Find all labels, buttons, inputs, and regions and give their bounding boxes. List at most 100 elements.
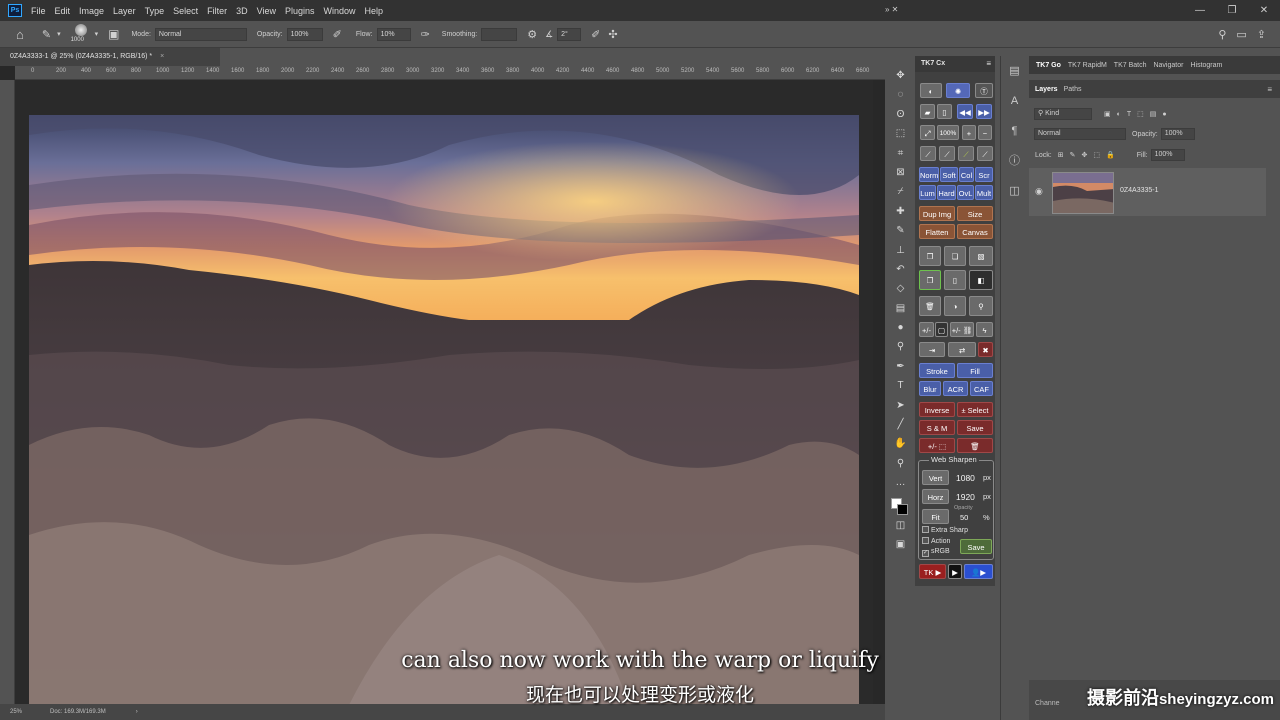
new-layer-icon[interactable]: ❐ xyxy=(919,246,941,266)
vert-value[interactable]: 1080 xyxy=(956,473,975,483)
caf-button[interactable]: CAF xyxy=(970,381,993,396)
layer-row[interactable]: ◉ 0Z4A3335-1 xyxy=(1029,168,1266,216)
smart-object-filter-icon[interactable]: ▤ xyxy=(1150,110,1157,118)
type-filter-icon[interactable]: T xyxy=(1127,111,1131,118)
brush-preset-chevron-icon[interactable]: ▾ xyxy=(95,30,99,38)
horz-value[interactable]: 1920 xyxy=(956,492,975,502)
menu-layer[interactable]: Layer xyxy=(113,6,136,16)
user-play-icon[interactable]: 👤▶ xyxy=(964,564,993,579)
tab-navigator[interactable]: Navigator xyxy=(1153,62,1183,69)
panel-menu-icon[interactable]: ≡ xyxy=(986,59,991,68)
brush-tool-icon[interactable]: ✎ xyxy=(888,221,913,240)
close-button[interactable]: ✕ xyxy=(1248,5,1280,16)
action-checkbox[interactable]: Action xyxy=(922,537,950,545)
stroke-button[interactable]: Stroke xyxy=(919,363,955,378)
eyedropper-tool-icon[interactable]: ⌿ xyxy=(888,182,913,201)
share-icon[interactable]: ⇪ xyxy=(1257,28,1266,41)
play-icon[interactable]: ▶ xyxy=(948,564,962,579)
pressure-opacity-icon[interactable]: ✐ xyxy=(333,28,342,41)
eraser-tool-icon[interactable]: ◇ xyxy=(888,279,913,298)
status-chevron-icon[interactable]: › xyxy=(136,709,138,715)
search-icon[interactable]: ⚲ xyxy=(1218,28,1226,41)
menu-edit[interactable]: Edit xyxy=(55,6,71,16)
dup-img-button[interactable]: Dup Img xyxy=(919,206,955,221)
tk7-panel-icon[interactable]: ▤ xyxy=(1001,56,1028,86)
menu-file[interactable]: File xyxy=(31,6,46,16)
zoom-out-icon[interactable]: − xyxy=(978,125,992,140)
swap-mask-icon[interactable]: ⇄ xyxy=(948,342,976,357)
quick-select-tool-icon[interactable]: ⬚ xyxy=(888,124,913,143)
zoom-100-button[interactable]: 100% xyxy=(937,125,959,140)
lasso-tool-icon[interactable]: ʘ xyxy=(888,105,913,124)
delete-layer-icon[interactable]: 🗑 xyxy=(919,296,941,316)
background-color-swatch[interactable] xyxy=(897,503,908,515)
crop-tool-icon[interactable]: ⌗ xyxy=(888,144,913,163)
green-brush-icon[interactable]: ⟋ xyxy=(958,146,974,161)
tk7-mask-icon[interactable]: ◐ xyxy=(920,83,942,98)
layer-name[interactable]: 0Z4A3335-1 xyxy=(1120,187,1159,194)
menu-window[interactable]: Window xyxy=(324,6,356,16)
sharpen-opacity-value[interactable]: 50 xyxy=(960,513,968,522)
lock-transparent-icon[interactable]: ⊞ xyxy=(1058,151,1064,159)
fit-button[interactable]: Fit xyxy=(922,509,949,524)
tab-tk7-rapidm[interactable]: TK7 RapidM xyxy=(1068,62,1107,69)
filter-toggle-icon[interactable]: ● xyxy=(1162,111,1166,118)
menu-type[interactable]: Type xyxy=(145,6,165,16)
menu-image[interactable]: Image xyxy=(79,6,104,16)
paragraph-panel-icon[interactable]: ¶ xyxy=(1001,116,1028,146)
tab-tk7-batch[interactable]: TK7 Batch xyxy=(1114,62,1147,69)
apply-mask-icon[interactable]: ⇥ xyxy=(919,342,945,357)
document-info[interactable]: Doc: 169.3M/169.3M xyxy=(50,709,106,715)
screen-mode-icon[interactable]: ▣ xyxy=(888,535,913,554)
menu-plugins[interactable]: Plugins xyxy=(285,6,315,16)
more-tools-icon[interactable]: … xyxy=(888,473,913,492)
blend-soft-button[interactable]: Soft xyxy=(940,167,958,182)
blend-hard-button[interactable]: Hard xyxy=(937,185,956,200)
lock-all-icon[interactable]: 🔒 xyxy=(1106,151,1115,159)
angle-field[interactable]: 2° xyxy=(557,27,582,41)
layers-menu-icon[interactable]: ≡ xyxy=(1267,85,1272,94)
lock-artboard-icon[interactable]: ⬚ xyxy=(1093,151,1100,159)
copy-layer-icon[interactable]: ▯ xyxy=(944,270,966,290)
layer-opacity-field[interactable]: 100% xyxy=(1160,128,1195,140)
menu-help[interactable]: Help xyxy=(365,6,384,16)
close-tab-icon[interactable]: × xyxy=(160,53,164,60)
document-tab[interactable]: 0Z4A3333-1 @ 25% (0Z4A3335-1, RGB/16) * … xyxy=(0,48,220,66)
inverse-button[interactable]: Inverse xyxy=(919,402,955,417)
rewind-icon[interactable]: ◀◀ xyxy=(957,104,973,119)
zoom-in-icon[interactable]: + xyxy=(962,125,976,140)
pin-layer-icon[interactable]: ⚲ xyxy=(969,296,993,316)
path-select-tool-icon[interactable]: ➤ xyxy=(888,396,913,415)
blend-multiply-button[interactable]: Mult xyxy=(975,185,993,200)
menu-filter[interactable]: Filter xyxy=(207,6,227,16)
tab-tk7-go[interactable]: TK7 Go xyxy=(1036,62,1061,69)
dropdown-chevron-icon[interactable]: ▾ xyxy=(57,30,61,38)
dodge-tool-icon[interactable]: ⚲ xyxy=(888,337,913,356)
black-mask-icon[interactable]: ▢ xyxy=(935,322,948,337)
layer-blend-select[interactable]: Normal xyxy=(1034,128,1126,140)
toolbar-collapse-icon[interactable]: » ✕ xyxy=(885,5,915,15)
brush-preset-picker[interactable]: 1000 xyxy=(71,22,91,46)
libraries-panel-icon[interactable]: ◫ xyxy=(1001,176,1028,206)
info-panel-icon[interactable]: ⓘ xyxy=(1001,146,1028,176)
menu-view[interactable]: View xyxy=(257,6,276,16)
clone-stamp-tool-icon[interactable]: ⊥ xyxy=(888,241,913,260)
brush-settings-icon[interactable]: ▣ xyxy=(108,27,119,41)
s-and-m-button[interactable]: S & M xyxy=(919,420,955,435)
lightning-icon[interactable]: ϟ xyxy=(976,322,993,337)
delete-selection-icon[interactable]: 🗑 xyxy=(957,438,993,453)
vert-button[interactable]: Vert xyxy=(922,470,949,485)
tk-button[interactable]: TK ▶ xyxy=(919,564,946,579)
zoom-level[interactable]: 25% xyxy=(10,709,22,715)
marquee-tool-icon[interactable]: ◌ xyxy=(888,85,913,104)
fit-screen-icon[interactable]: ⤢ xyxy=(920,125,935,140)
tab-histogram[interactable]: Histogram xyxy=(1190,62,1222,69)
gear-icon[interactable]: ⚙ xyxy=(527,28,537,41)
lock-pixels-icon[interactable]: ✎ xyxy=(1070,151,1076,159)
blend-overlay-button[interactable]: OvL xyxy=(957,185,974,200)
selection-toggle-icon[interactable]: +/- ⬚ xyxy=(919,438,955,453)
color-swatches[interactable] xyxy=(888,493,913,515)
blend-luminosity-button[interactable]: Lum xyxy=(919,185,936,200)
fast-forward-icon[interactable]: ▶▶ xyxy=(976,104,992,119)
mask-link-icon[interactable]: +/- ⛓ xyxy=(950,322,974,337)
